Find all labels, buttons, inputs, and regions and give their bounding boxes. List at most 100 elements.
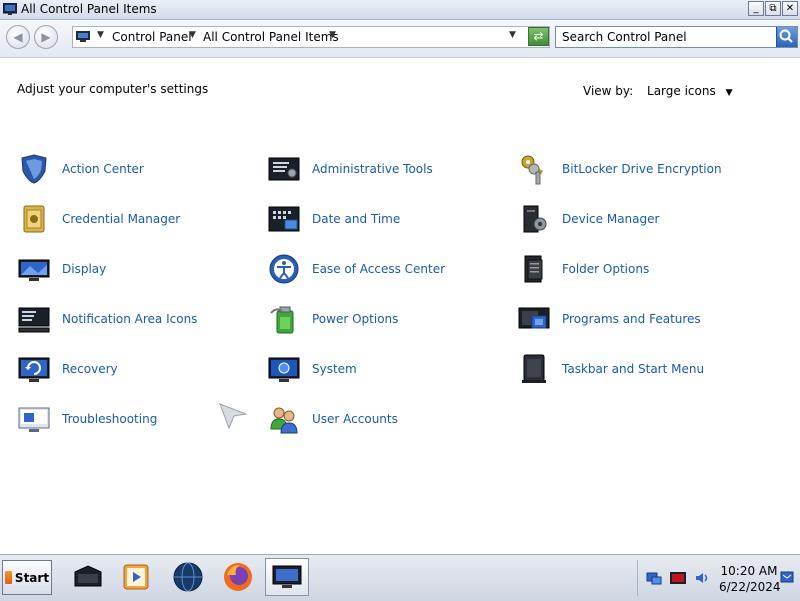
troubleshooting-icon — [18, 407, 50, 432]
device-manager-icon — [523, 205, 547, 233]
page-heading: Adjust your computer's settings — [17, 82, 209, 96]
cp-item-system[interactable]: System — [268, 351, 357, 387]
clock-time: 10:20 AM — [720, 564, 778, 578]
item-label[interactable]: Folder Options — [562, 262, 649, 276]
notification-flag-icon[interactable] — [780, 571, 794, 585]
item-label[interactable]: Programs and Features — [562, 312, 701, 326]
item-label[interactable]: Taskbar and Start Menu — [562, 362, 704, 376]
search-input[interactable] — [562, 29, 772, 45]
recovery-icon — [18, 357, 50, 382]
item-label[interactable]: System — [312, 362, 357, 376]
admin-tools-icon — [268, 157, 300, 181]
cp-item-bitlocker[interactable]: BitLocker Drive Encryption — [518, 151, 722, 187]
title-bar: All Control Panel Items _ ⧉ ✕ — [0, 0, 800, 20]
control-panel-icon — [272, 565, 302, 588]
cp-item-administrative-tools[interactable]: Administrative Tools — [268, 151, 433, 187]
view-by-control[interactable]: View by: Large icons ▼ — [583, 84, 732, 98]
start-button[interactable]: Start — [2, 560, 52, 595]
file-manager-icon — [74, 565, 102, 587]
item-label[interactable]: Recovery — [62, 362, 118, 376]
media-player-icon — [123, 564, 149, 590]
clock[interactable]: 10:20 AM 6/22/2024 — [719, 563, 781, 595]
cp-item-recovery[interactable]: Recovery — [18, 351, 118, 387]
window-title: All Control Panel Items — [21, 2, 157, 16]
cp-item-display[interactable]: Display — [18, 251, 106, 287]
monitor-icon — [18, 259, 50, 281]
item-label[interactable]: Ease of Access Center — [312, 262, 445, 276]
refresh-button[interactable]: ⇄ — [528, 27, 549, 46]
item-label[interactable]: Date and Time — [312, 212, 400, 226]
security-icon[interactable] — [670, 571, 686, 585]
taskbar-app-media-player[interactable] — [114, 558, 158, 596]
address-bar[interactable]: ▼ Control Panel ▼ All Control Panel Item… — [72, 26, 550, 48]
item-label[interactable]: Display — [62, 262, 106, 276]
breadcrumb-chevron-icon[interactable]: ▼ — [329, 30, 336, 40]
power-icon — [270, 306, 294, 334]
mouse-cursor-icon — [219, 403, 248, 430]
dropdown-arrow-icon[interactable]: ▼ — [726, 88, 733, 98]
users-icon — [270, 407, 298, 434]
ease-of-access-icon — [269, 254, 299, 284]
shield-icon — [21, 154, 47, 184]
clock-icon — [268, 206, 300, 232]
item-label[interactable]: Troubleshooting — [62, 412, 157, 426]
item-label[interactable]: Action Center — [62, 162, 144, 176]
breadcrumb-chevron-icon[interactable]: ▼ — [189, 30, 196, 40]
cp-item-folder-options[interactable]: Folder Options — [518, 251, 649, 287]
item-label[interactable]: Power Options — [312, 312, 398, 326]
navigation-bar: ◀ ▶ ▼ Control Panel ▼ All Control Panel … — [0, 20, 800, 58]
restore-button[interactable]: ⧉ — [765, 1, 781, 16]
cp-item-device-manager[interactable]: Device Manager — [518, 201, 659, 237]
minimize-button[interactable]: _ — [748, 1, 764, 16]
cp-item-ease-of-access[interactable]: Ease of Access Center — [268, 251, 445, 287]
forward-button[interactable]: ▶ — [34, 25, 58, 49]
search-button[interactable] — [776, 27, 797, 47]
cp-item-user-accounts[interactable]: User Accounts — [268, 401, 398, 437]
taskbar-app-firefox[interactable] — [216, 558, 260, 596]
breadcrumb-all-items[interactable]: All Control Panel Items — [203, 30, 339, 44]
back-button[interactable]: ◀ — [6, 25, 30, 49]
item-label[interactable]: Credential Manager — [62, 212, 180, 226]
cp-item-notification-area-icons[interactable]: Notification Area Icons — [18, 301, 197, 337]
system-tray: 10:20 AM 6/22/2024 — [637, 560, 799, 596]
volume-icon[interactable] — [694, 571, 710, 585]
breadcrumb-chevron-icon[interactable]: ▼ — [97, 30, 104, 40]
forward-arrow-icon: ▶ — [41, 30, 51, 44]
taskbar-icon — [522, 354, 546, 383]
taskbar: Start 10:20 AM 6/22/2024 — [0, 554, 800, 601]
folder-options-icon — [524, 255, 543, 283]
network-icon[interactable] — [646, 571, 662, 585]
address-history-dropdown-icon[interactable]: ▼ — [509, 30, 516, 40]
control-panel-icon — [76, 31, 90, 42]
keys-icon — [521, 155, 544, 185]
refresh-icon: ⇄ — [533, 29, 544, 43]
close-button[interactable]: ✕ — [782, 1, 798, 16]
cp-item-troubleshooting[interactable]: Troubleshooting — [18, 401, 157, 437]
search-box[interactable] — [555, 26, 798, 48]
item-label[interactable]: Device Manager — [562, 212, 659, 226]
breadcrumb-control-panel[interactable]: Control Panel — [112, 30, 192, 44]
cp-item-power-options[interactable]: Power Options — [268, 301, 398, 337]
start-label: Start — [14, 570, 50, 585]
cp-item-taskbar-and-start-menu[interactable]: Taskbar and Start Menu — [518, 351, 704, 387]
view-by-dropdown[interactable]: Large icons — [647, 84, 716, 98]
notification-icon — [18, 307, 50, 333]
cp-item-date-and-time[interactable]: Date and Time — [268, 201, 400, 237]
vault-icon — [23, 205, 45, 233]
taskbar-app-file-manager[interactable] — [66, 558, 110, 596]
item-label[interactable]: User Accounts — [312, 412, 398, 426]
cp-item-action-center[interactable]: Action Center — [18, 151, 144, 187]
programs-icon — [518, 307, 550, 329]
item-label[interactable]: BitLocker Drive Encryption — [562, 162, 722, 176]
cp-item-programs-and-features[interactable]: Programs and Features — [518, 301, 701, 337]
taskbar-app-control-panel[interactable] — [265, 558, 309, 596]
start-flag-icon — [4, 571, 12, 584]
search-icon — [779, 29, 793, 43]
taskbar-app-browser[interactable] — [166, 558, 210, 596]
item-label[interactable]: Administrative Tools — [312, 162, 433, 176]
view-by-label: View by: — [583, 84, 634, 98]
globe-icon — [173, 562, 203, 592]
cp-item-credential-manager[interactable]: Credential Manager — [18, 201, 180, 237]
item-label[interactable]: Notification Area Icons — [62, 312, 197, 326]
system-icon — [268, 357, 300, 382]
